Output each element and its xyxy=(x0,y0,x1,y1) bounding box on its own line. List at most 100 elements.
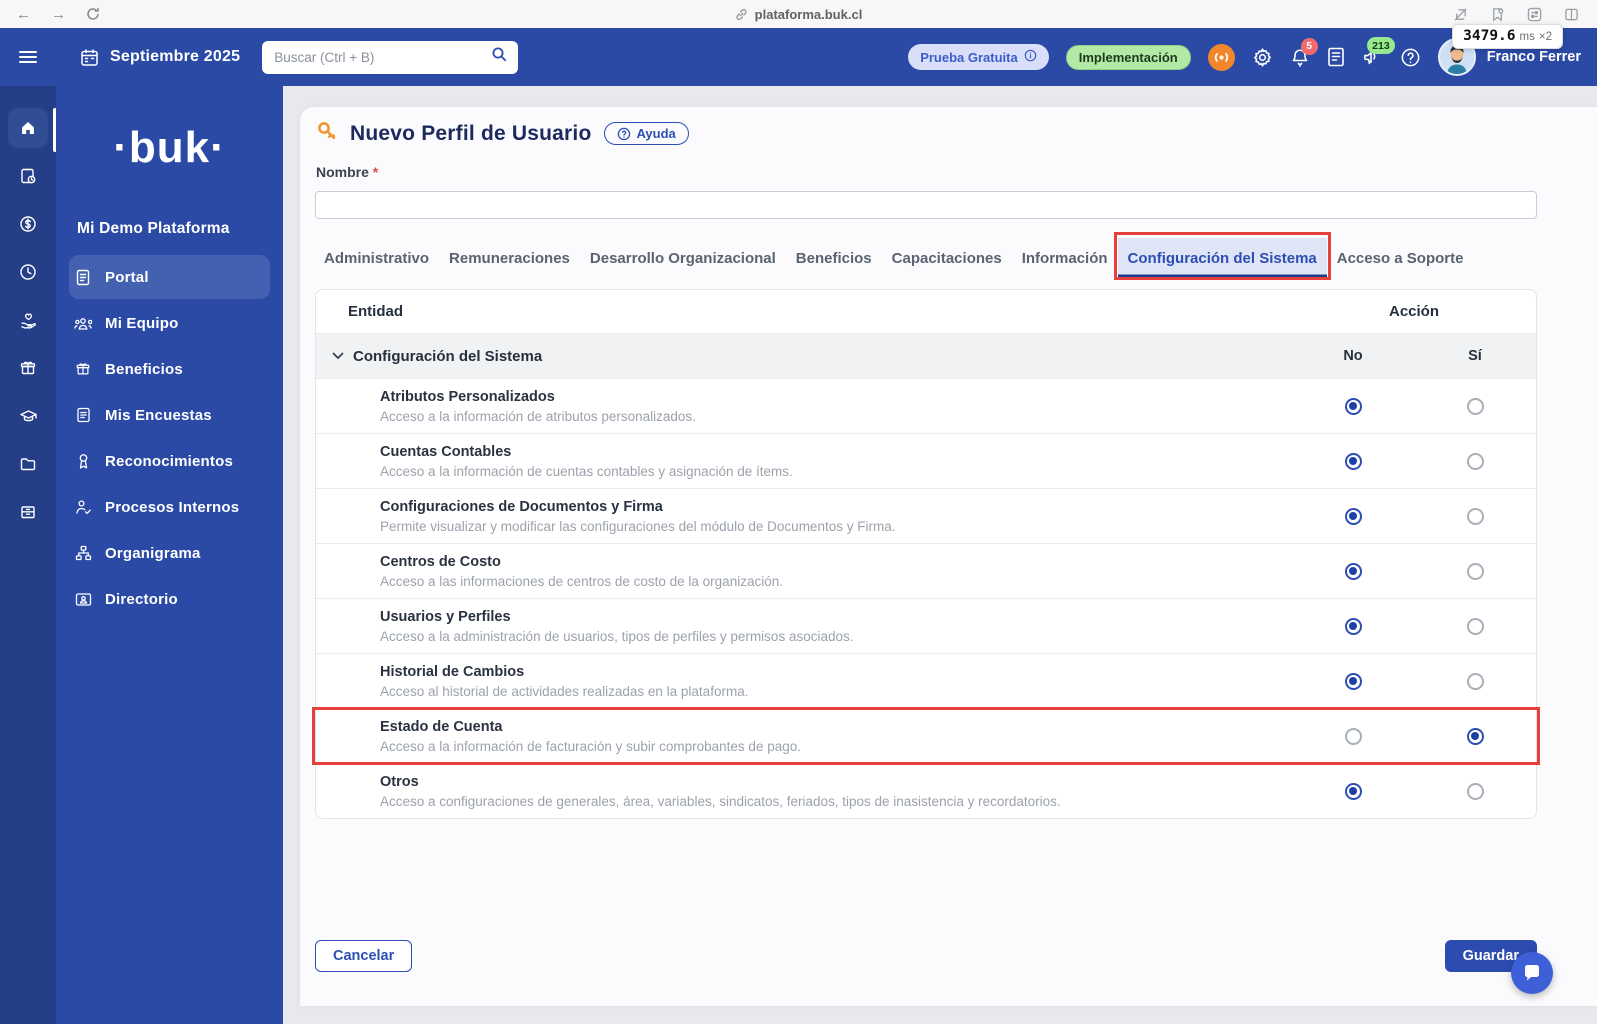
row-description: Acceso a la información de cuentas conta… xyxy=(380,464,793,479)
rail-hand-heart-icon[interactable] xyxy=(8,300,48,340)
sidebar-item-label: Mis Encuestas xyxy=(105,407,212,424)
radio-si[interactable] xyxy=(1467,728,1484,745)
row-description: Acceso a las informaciones de centros de… xyxy=(380,574,783,589)
radio-no[interactable] xyxy=(1345,508,1362,525)
action-column-header: Acción xyxy=(1292,303,1536,320)
radio-no[interactable] xyxy=(1345,783,1362,800)
implementation-badge[interactable]: Implementación xyxy=(1066,45,1191,70)
sidebar-item-mi-equipo[interactable]: Mi Equipo xyxy=(69,301,270,345)
radio-no[interactable] xyxy=(1345,728,1362,745)
row-text: Configuraciones de Documentos y FirmaPer… xyxy=(316,499,895,534)
tab-configuracion-del-sistema[interactable]: Configuración del Sistema xyxy=(1118,238,1327,278)
sidebar-item-label: Portal xyxy=(105,269,149,286)
browser-chrome: ← → plataforma.buk.cl xyxy=(0,0,1597,28)
menu-icon[interactable] xyxy=(0,50,56,64)
radio-si[interactable] xyxy=(1467,398,1484,415)
radio-si[interactable] xyxy=(1467,563,1484,580)
tab-remuneraciones[interactable]: Remuneraciones xyxy=(439,238,580,278)
survey-icon xyxy=(74,407,92,423)
tab-beneficios[interactable]: Beneficios xyxy=(786,238,882,278)
row-text: Usuarios y Perfiles Acceso a la administr… xyxy=(316,609,853,644)
row-title: Usuarios y Perfiles xyxy=(380,609,853,625)
row-text: Atributos PersonalizadosAcceso a la info… xyxy=(316,389,696,424)
sidebar-item-portal[interactable]: Portal xyxy=(69,255,270,299)
tab-acceso-a-soporte[interactable]: Acceso a Soporte xyxy=(1327,238,1474,278)
row-description: Acceso a la administración de usuarios, … xyxy=(380,629,853,644)
user-name[interactable]: Franco Ferrer xyxy=(1487,49,1581,65)
info-icon xyxy=(1024,49,1037,65)
rail-money-icon[interactable] xyxy=(8,204,48,244)
search-icon[interactable] xyxy=(491,46,508,68)
cancel-button[interactable]: Cancelar xyxy=(315,940,412,972)
sidebar-item-organigrama[interactable]: Organigrama xyxy=(69,531,270,575)
intercom-icon[interactable] xyxy=(1208,44,1235,71)
tab-administrativo[interactable]: Administrativo xyxy=(314,238,439,278)
permissions-table: Entidad Acción Configuración del Sistema… xyxy=(315,289,1537,819)
content-card: Nuevo Perfil de Usuario Ayuda Nombre * A… xyxy=(300,107,1597,1006)
notifications-bell-icon[interactable]: 5 xyxy=(1290,47,1310,68)
help-button[interactable]: Ayuda xyxy=(604,122,689,145)
radio-no[interactable] xyxy=(1345,398,1362,415)
requests-document-icon[interactable] xyxy=(1327,47,1345,67)
url-bar[interactable]: plataforma.buk.cl xyxy=(669,7,929,22)
radio-si[interactable] xyxy=(1467,453,1484,470)
announcements-megaphone-icon[interactable]: 213 xyxy=(1362,47,1383,67)
org-chart-icon xyxy=(74,545,92,561)
rail-archive-icon[interactable] xyxy=(8,492,48,532)
forward-icon[interactable]: → xyxy=(51,6,66,23)
table-row-estado-de-cuenta: Estado de CuentaAcceso a la información … xyxy=(316,708,1536,763)
sidebar-item-reconocimientos[interactable]: Reconocimientos xyxy=(69,439,270,483)
radio-si[interactable] xyxy=(1467,783,1484,800)
chevron-down-icon[interactable] xyxy=(332,352,344,360)
search-box[interactable] xyxy=(262,41,518,74)
sidebar-item-directorio[interactable]: Directorio xyxy=(69,577,270,621)
row-title: Estado de Cuenta xyxy=(380,719,801,735)
row-title: Historial de Cambios xyxy=(380,664,748,680)
sidebar-item-mis-encuestas[interactable]: Mis Encuestas xyxy=(69,393,270,437)
radio-si[interactable] xyxy=(1467,618,1484,635)
refresh-icon[interactable] xyxy=(86,7,100,21)
table-header: Entidad Acción xyxy=(316,290,1536,334)
chat-launcher[interactable] xyxy=(1511,952,1553,994)
period-label[interactable]: Septiembre 2025 xyxy=(110,48,240,66)
medal-icon xyxy=(74,453,92,470)
tab-label: Beneficios xyxy=(796,250,872,267)
tab-label: Capacitaciones xyxy=(892,250,1002,267)
tab-capacitaciones[interactable]: Capacitaciones xyxy=(882,238,1012,278)
search-input[interactable] xyxy=(274,50,491,65)
bookmark-extension-icon[interactable] xyxy=(1490,7,1505,22)
tab-desarrollo-organizacional[interactable]: Desarrollo Organizacional xyxy=(580,238,786,278)
settings-gear-icon[interactable] xyxy=(1252,47,1273,68)
back-icon[interactable]: ← xyxy=(16,6,31,23)
group-row[interactable]: Configuración del Sistema No Sí xyxy=(316,334,1536,378)
calendar-icon[interactable] xyxy=(80,48,99,67)
rail-clock-icon[interactable] xyxy=(8,252,48,292)
sidebar-toggle-icon[interactable] xyxy=(1564,7,1579,22)
tab-label: Desarrollo Organizacional xyxy=(590,250,776,267)
radio-si[interactable] xyxy=(1467,508,1484,525)
rail-home-icon[interactable] xyxy=(8,108,48,148)
help-icon[interactable] xyxy=(1400,47,1421,68)
radio-no[interactable] xyxy=(1345,673,1362,690)
radio-si[interactable] xyxy=(1467,673,1484,690)
rail-graduation-icon[interactable] xyxy=(8,396,48,436)
rail-folder-icon[interactable] xyxy=(8,444,48,484)
radio-no[interactable] xyxy=(1345,618,1362,635)
radio-no[interactable] xyxy=(1345,563,1362,580)
rail-gift-icon[interactable] xyxy=(8,348,48,388)
sidebar-item-beneficios[interactable]: Beneficios xyxy=(69,347,270,391)
name-input[interactable] xyxy=(315,191,1537,219)
row-description: Permite visualizar y modificar las confi… xyxy=(380,519,895,534)
radio-no[interactable] xyxy=(1345,453,1362,470)
sidebar-item-label: Organigrama xyxy=(105,545,201,562)
rail-clipboard-clock-icon[interactable] xyxy=(8,156,48,196)
row-description: Acceso al historial de actividades reali… xyxy=(380,684,748,699)
trial-badge[interactable]: Prueba Gratuita xyxy=(908,44,1049,70)
sidebar-item-label: Directorio xyxy=(105,591,178,608)
extension-disabled-icon[interactable] xyxy=(1453,7,1468,22)
table-row: Cuentas ContablesAcceso a la información… xyxy=(316,433,1536,488)
tab-informacion[interactable]: Información xyxy=(1012,238,1118,278)
sidebar-item-procesos-internos[interactable]: Procesos Internos xyxy=(69,485,270,529)
sliders-extension-icon[interactable] xyxy=(1527,7,1542,22)
tab-label: Acceso a Soporte xyxy=(1337,250,1464,267)
